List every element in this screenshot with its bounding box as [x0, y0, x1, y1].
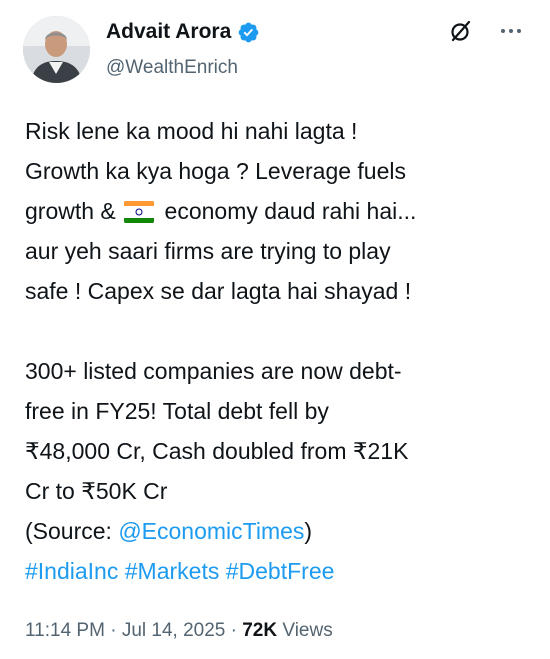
- author-name[interactable]: Advait Arora: [106, 19, 231, 45]
- tweet-text-fragment: (Source:: [25, 518, 119, 544]
- avatar[interactable]: [23, 16, 90, 83]
- tweet-text-fragment: ): [304, 518, 313, 544]
- tweet-text-fragment: growth &: [25, 198, 123, 224]
- tweet-line: safe ! Capex se dar lagta hai shayad !: [25, 278, 412, 304]
- tweet-line: ₹48,000 Cr, Cash doubled from ₹21K: [25, 438, 409, 464]
- author-handle[interactable]: @WealthEnrich: [106, 56, 238, 80]
- mention-link[interactable]: @EconomicTimes: [118, 518, 304, 544]
- tweet-header: Advait Arora @WealthEnrich: [0, 0, 550, 100]
- tweet-date[interactable]: Jul 14, 2025: [122, 620, 226, 641]
- tweet-time[interactable]: 11:14 PM: [25, 620, 105, 641]
- hashtag-link[interactable]: #DebtFree: [226, 558, 335, 584]
- tweet-line: (Source: @EconomicTimes): [25, 511, 535, 551]
- tweet-text: Risk lene ka mood hi nahi lagta ! Growth…: [25, 111, 535, 591]
- views-label: Views: [277, 620, 333, 641]
- verified-badge-icon: [238, 22, 259, 42]
- hashtag-line: #IndiaInc #Markets #DebtFree: [25, 551, 535, 591]
- tweet-line: free in FY25! Total debt fell by: [25, 398, 329, 424]
- meta-separator: ·: [225, 620, 243, 641]
- avatar-image: [23, 16, 90, 83]
- tweet-line: aur yeh saari firms are trying to play: [25, 238, 391, 264]
- grok-icon[interactable]: [448, 18, 474, 44]
- meta-separator: ·: [104, 620, 122, 641]
- tweet-line: Cr to ₹50K Cr: [25, 478, 168, 504]
- tweet-meta: 11:14 PM · Jul 14, 2025 · 72K Views: [25, 619, 333, 643]
- hashtag-link[interactable]: #IndiaInc: [25, 558, 118, 584]
- hashtag-link[interactable]: #Markets: [125, 558, 220, 584]
- tweet-line: Growth ka kya hoga ? Leverage fuels: [25, 158, 407, 184]
- author-name-row: Advait Arora: [106, 19, 260, 45]
- more-options-icon[interactable]: [498, 18, 524, 44]
- views-count[interactable]: 72K: [242, 620, 277, 641]
- tweet-line: growth & economy daud rahi hai...: [25, 191, 535, 231]
- india-flag-icon: [124, 201, 155, 223]
- tweet-line: 300+ listed companies are now debt-: [25, 358, 402, 384]
- tweet-text-fragment: economy daud rahi hai...: [158, 198, 417, 224]
- tweet-line: Risk lene ka mood hi nahi lagta !: [25, 118, 358, 144]
